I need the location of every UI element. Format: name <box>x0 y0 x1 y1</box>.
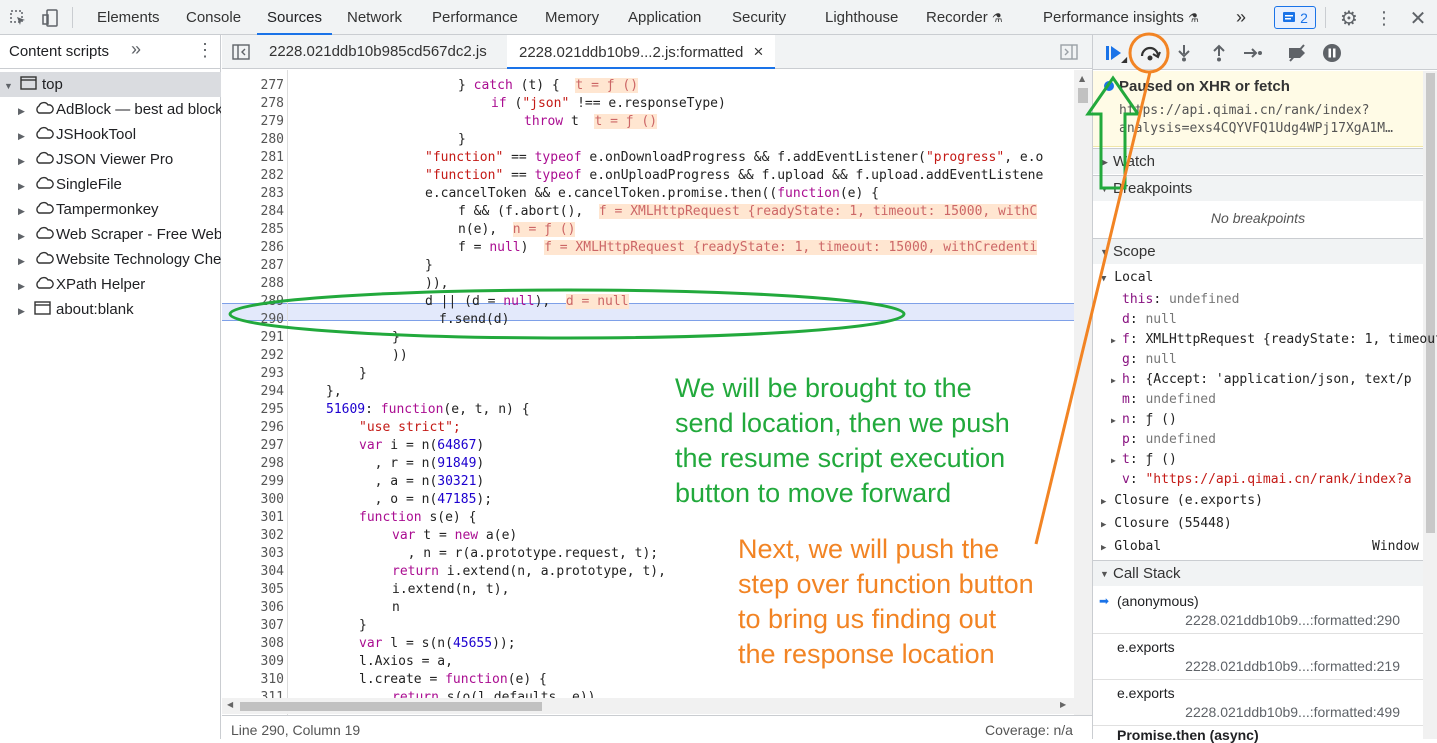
green-ellipse-annotation <box>228 288 906 340</box>
orange-circle-annotation <box>1128 32 1170 74</box>
orange-line-annotation <box>1034 71 1152 545</box>
orange-annotation-text: Next, we will push the step over functio… <box>738 534 1034 669</box>
green-annotation-text: We will be brought to the send location,… <box>675 373 1010 508</box>
green-up-arrow-annotation <box>1085 75 1141 190</box>
annotation-overlay <box>228 32 1170 545</box>
